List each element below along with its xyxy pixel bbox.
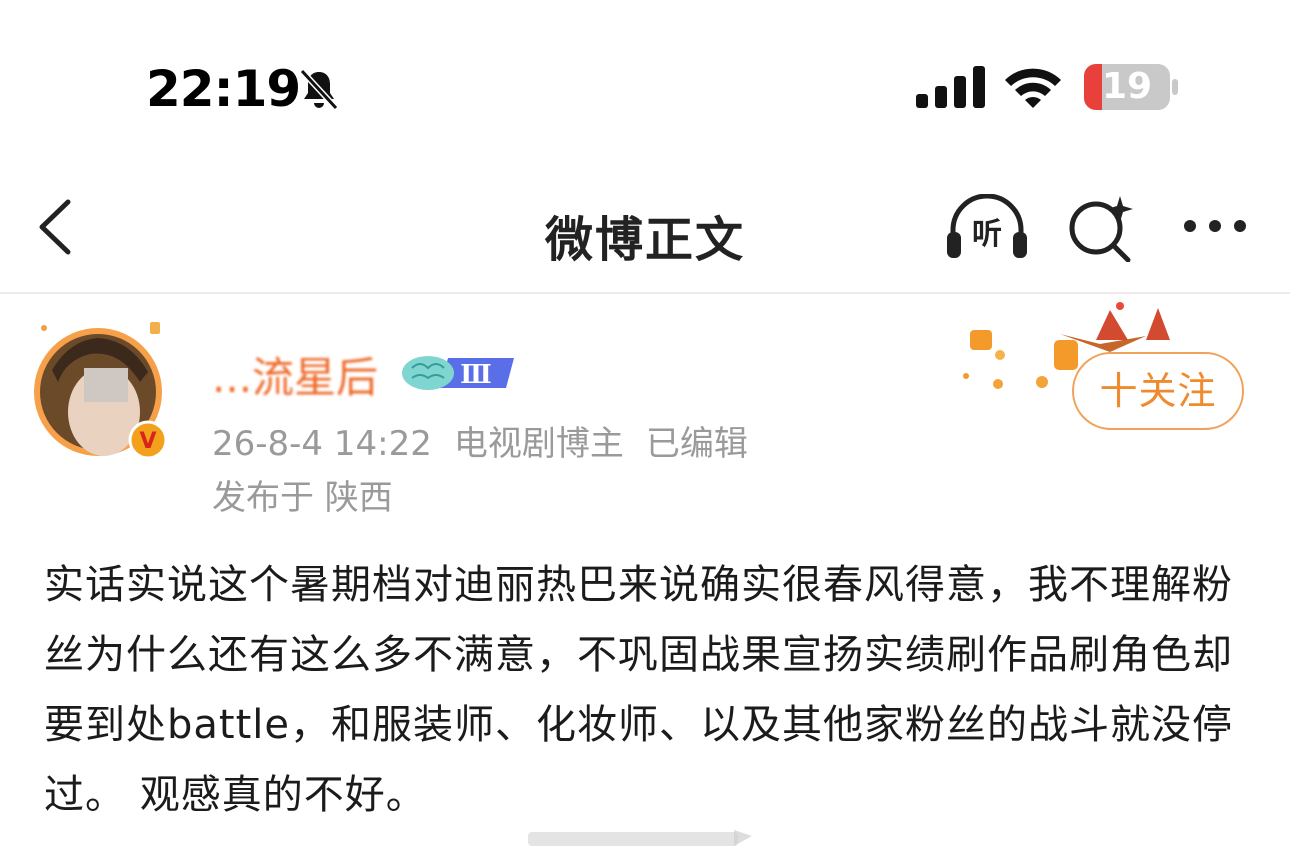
- user-level-badge: Ⅲ: [402, 356, 514, 390]
- level-text: Ⅲ: [460, 360, 492, 390]
- post-text: 实话实说这个暑期档对迪丽热巴来说确实很春风得意，我不理解粉丝为什么还有这么多不满…: [44, 562, 1233, 818]
- watermark-image: [528, 830, 752, 846]
- follow-button[interactable]: 十关注: [1072, 352, 1244, 430]
- signal-icon: [916, 66, 985, 108]
- search-sparkle-icon[interactable]: [1066, 194, 1136, 262]
- post-meta: 26-8-4 14:22 电视剧博主 已编辑: [212, 416, 770, 465]
- author-name[interactable]: ...流星后: [212, 344, 378, 405]
- status-time: 22:19: [146, 60, 301, 118]
- wifi-icon: [1005, 68, 1061, 108]
- more-dots-icon[interactable]: [1180, 210, 1250, 242]
- battery-level: 19: [1101, 66, 1153, 107]
- post-time: 26-8-4 14:22: [212, 424, 432, 464]
- back-chevron-icon[interactable]: [34, 198, 74, 256]
- listen-label: 听: [972, 217, 1002, 252]
- listen-headphones-icon[interactable]: 听: [945, 194, 1029, 262]
- post-location: 发布于 陕西: [212, 478, 393, 518]
- nav-divider: [0, 292, 1290, 294]
- edited-label[interactable]: 已编辑: [646, 424, 748, 464]
- avatar[interactable]: V: [30, 320, 176, 466]
- bell-muted-icon: [299, 68, 339, 111]
- page-title: 微博正文: [544, 212, 745, 268]
- author-role: 电视剧博主: [453, 424, 624, 464]
- verified-badge: V: [139, 429, 156, 454]
